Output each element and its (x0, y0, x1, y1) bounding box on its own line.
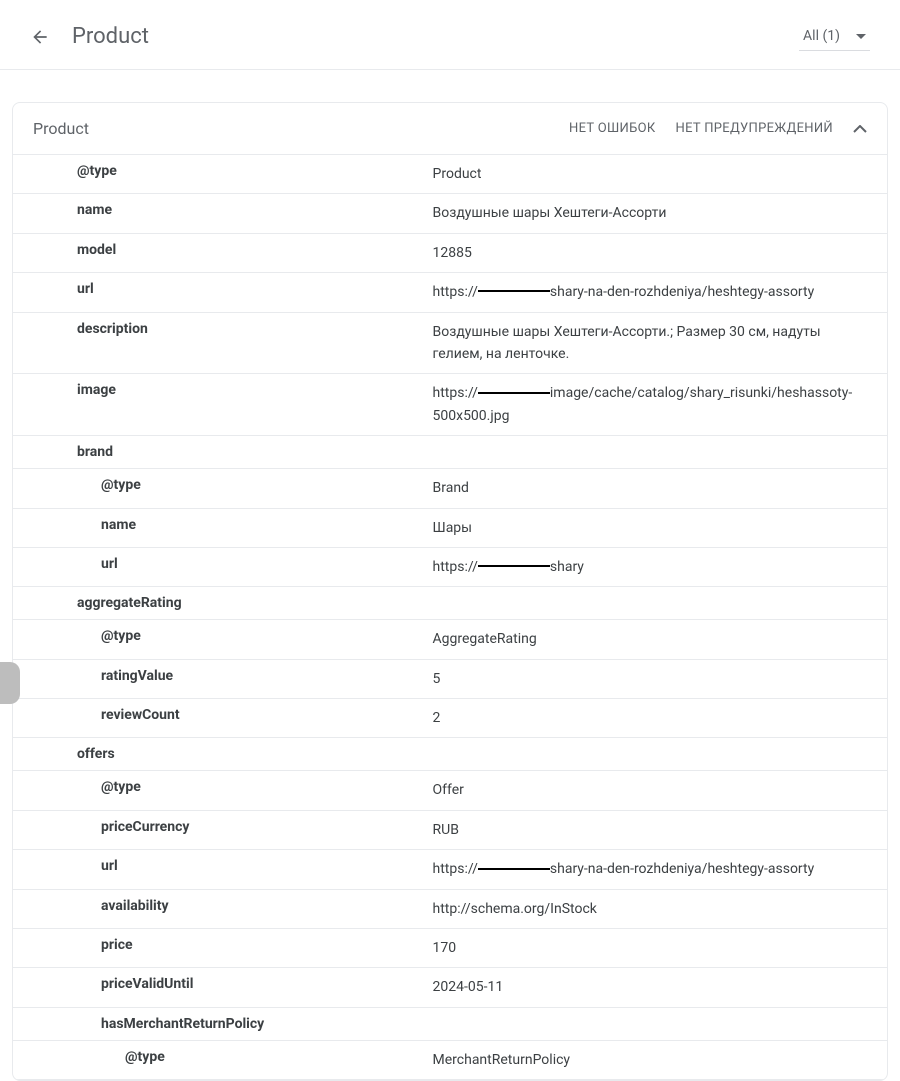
schema-value: Воздушные шары Хештеги-Ассорти.; Размер … (433, 312, 887, 374)
table-row: @type Brand (13, 469, 887, 508)
schema-table: @type Product name Воздушные шары Хештеги-А… (13, 155, 887, 1080)
card-title: Product (33, 119, 89, 138)
schema-key: availability (101, 898, 169, 914)
schema-key: brand (77, 444, 113, 460)
schema-value (433, 1007, 887, 1040)
schema-value: Brand (433, 469, 887, 508)
schema-value (433, 436, 887, 469)
table-row: ratingValue 5 (13, 659, 887, 698)
schema-key: @type (101, 477, 141, 493)
schema-value: MerchantReturnPolicy (433, 1040, 887, 1079)
schema-key: image (77, 382, 116, 398)
status-no-errors: НЕТ ОШИБОК (569, 121, 655, 136)
schema-key: aggregateRating (77, 595, 182, 611)
status-no-warnings: НЕТ ПРЕДУПРЕЖДЕНИЙ (676, 121, 834, 136)
schema-value: 5 (433, 659, 887, 698)
table-row: availability http://schema.org/InStock (13, 889, 887, 928)
table-row: @type Offer (13, 771, 887, 810)
schema-key: @type (101, 779, 141, 795)
table-row: brand (13, 436, 887, 469)
redacted-segment (478, 290, 550, 292)
table-row: reviewCount 2 (13, 699, 887, 738)
table-row: description Воздушные шары Хештеги-Ассорт… (13, 312, 887, 374)
schema-value (433, 738, 887, 771)
schema-value: 2 (433, 699, 887, 738)
schema-key: @type (125, 1049, 165, 1065)
schema-value: https://shary-na-den-rozhdeniya/heshtegy… (433, 850, 887, 889)
schema-value: https://shary (433, 547, 887, 586)
schema-value: Offer (433, 771, 887, 810)
schema-value: Воздушные шары Хештеги-Ассорти (433, 194, 887, 233)
scroll-handle[interactable] (0, 662, 20, 704)
schema-value (433, 587, 887, 620)
caret-down-icon (856, 34, 866, 39)
chevron-up-icon[interactable] (853, 125, 867, 133)
table-row: @type AggregateRating (13, 620, 887, 659)
schema-key: priceCurrency (101, 819, 189, 835)
filter-label: All (1) (803, 28, 840, 44)
schema-key: price (101, 937, 133, 953)
table-row: url https://shary (13, 547, 887, 586)
schema-value: 12885 (433, 233, 887, 272)
table-row: price 170 (13, 929, 887, 968)
schema-key: @type (101, 628, 141, 644)
back-arrow-icon[interactable] (30, 27, 50, 47)
redacted-segment (478, 565, 550, 567)
schema-key: reviewCount (101, 707, 180, 723)
schema-value: Product (433, 155, 887, 194)
table-row: offers (13, 738, 887, 771)
schema-value: 170 (433, 929, 887, 968)
schema-value: https://image/cache/catalog/shary_risunk… (433, 374, 887, 436)
schema-key: ratingValue (101, 668, 173, 684)
table-row: hasMerchantReturnPolicy (13, 1007, 887, 1040)
table-row: aggregateRating (13, 587, 887, 620)
schema-card: Product НЕТ ОШИБОК НЕТ ПРЕДУПРЕЖДЕНИЙ @t… (12, 102, 888, 1081)
page-title: Product (72, 24, 149, 49)
schema-value: https://shary-na-den-rozhdeniya/heshtegy… (433, 273, 887, 312)
schema-value: http://schema.org/InStock (433, 889, 887, 928)
redacted-segment (478, 868, 550, 870)
table-row: name Шары (13, 508, 887, 547)
schema-key: name (77, 202, 112, 218)
schema-value: AggregateRating (433, 620, 887, 659)
schema-key: offers (77, 746, 115, 762)
schema-value: Шары (433, 508, 887, 547)
table-row: model 12885 (13, 233, 887, 272)
table-row: priceCurrency RUB (13, 810, 887, 849)
table-row: priceValidUntil 2024-05-11 (13, 968, 887, 1007)
table-row: @type MerchantReturnPolicy (13, 1040, 887, 1079)
schema-key: hasMerchantReturnPolicy (101, 1016, 264, 1032)
schema-value: RUB (433, 810, 887, 849)
schema-key: url (101, 556, 118, 572)
schema-key: name (101, 517, 136, 533)
schema-key: priceValidUntil (101, 976, 193, 992)
redacted-segment (478, 392, 550, 394)
schema-key: @type (77, 163, 117, 179)
table-row: name Воздушные шары Хештеги-Ассорти (13, 194, 887, 233)
table-row: url https://shary-na-den-rozhdeniya/hesht… (13, 273, 887, 312)
table-row: @type Product (13, 155, 887, 194)
table-row: url https://shary-na-den-rozhdeniya/hesht… (13, 850, 887, 889)
filter-select[interactable]: All (1) (799, 22, 870, 51)
schema-key: description (77, 321, 148, 337)
schema-value: 2024-05-11 (433, 968, 887, 1007)
table-row: image https://image/cache/catalog/shary_r… (13, 374, 887, 436)
schema-key: url (101, 858, 118, 874)
schema-key: url (77, 281, 94, 297)
schema-key: model (77, 242, 116, 258)
